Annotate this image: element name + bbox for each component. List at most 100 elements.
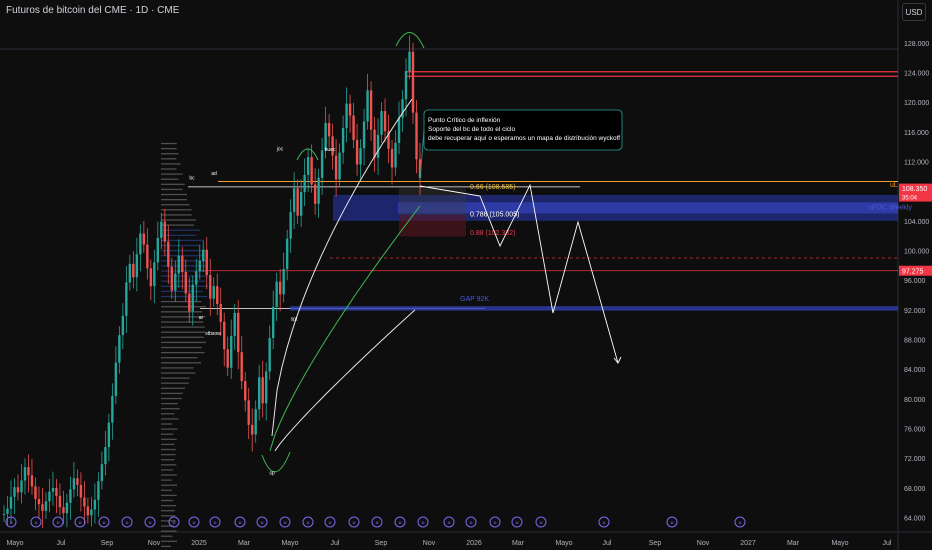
candle-body — [156, 237, 160, 263]
candle-body — [411, 51, 415, 113]
y-tick-label: 112.000 — [904, 160, 929, 167]
candle-body — [79, 484, 83, 498]
event-marker-glyph: » — [328, 521, 332, 527]
y-tick-label: 92.000 — [904, 308, 926, 315]
event-marker-glyph: » — [306, 521, 310, 527]
candle-body — [355, 140, 359, 165]
x-tick-label: Jul — [603, 540, 612, 547]
candle-body — [97, 481, 100, 500]
chart-canvas[interactable]: 0.66 (108.585) 0.786 (105.005) 0.88 (102.3… — [0, 0, 932, 550]
candle-body — [261, 377, 264, 404]
candle-body — [369, 90, 373, 130]
candle-body — [345, 103, 348, 129]
candle-body — [380, 111, 383, 135]
candle-body — [118, 335, 121, 363]
volume-profile-bar — [161, 234, 197, 236]
annotation-line: debe recuperar aquí o esperamos un mapa … — [428, 135, 620, 142]
y-tick-label: 72.000 — [904, 456, 926, 463]
candle-body — [107, 422, 111, 448]
event-marker-glyph: » — [421, 521, 425, 527]
candle-body — [205, 249, 208, 276]
volume-profile-bar — [161, 402, 179, 405]
gap-92k-zone — [290, 306, 898, 311]
event-marker-glyph: » — [213, 521, 217, 527]
y-tick-label: 116.000 — [904, 130, 929, 137]
volume-profile-bar — [161, 351, 205, 354]
volume-profile-bar — [161, 382, 189, 384]
event-marker-glyph: » — [738, 521, 742, 527]
volume-profile-bar — [161, 387, 186, 389]
candle-body — [306, 157, 310, 175]
x-tick-label: Mayo — [6, 540, 23, 547]
x-tick-label: Sep — [649, 540, 662, 547]
level-label: 0.786 (105.005) — [470, 211, 519, 218]
candle-body — [90, 509, 93, 516]
candle-body — [299, 191, 303, 216]
volume-profile-bar — [161, 219, 197, 221]
candle-body — [237, 312, 240, 353]
y-tick-label: 88.000 — [904, 338, 926, 345]
candle-body — [48, 491, 51, 502]
chart-root[interactable]: Futuros de bitcoin del CME · 1D · CME US… — [0, 0, 932, 550]
candle-body — [6, 508, 9, 514]
candle-body — [104, 447, 107, 465]
candle-body — [341, 128, 345, 153]
volume-profile-bar — [161, 504, 177, 507]
volume-profile-bar — [161, 392, 183, 395]
candle-body — [282, 269, 285, 295]
candle-body — [153, 262, 156, 287]
volume-profile-bar — [161, 346, 202, 349]
candle-body — [310, 157, 313, 185]
volume-profile-bar — [161, 188, 183, 191]
y-tick-label: 64.000 — [904, 516, 926, 523]
event-marker-glyph: » — [125, 521, 129, 527]
y-tick-label: 120.000 — [904, 100, 929, 107]
candle-body — [188, 293, 191, 312]
x-tick-label: Nov — [148, 540, 161, 547]
candle-body — [394, 142, 397, 168]
candle-body — [383, 111, 387, 132]
candle-body — [23, 467, 27, 481]
event-marker-glyph: » — [469, 521, 473, 527]
x-tick-label: Mayo — [831, 540, 848, 547]
wyckoff-label: joc — [276, 146, 284, 152]
event-marker-glyph: » — [260, 521, 264, 527]
candle-body — [251, 424, 254, 435]
volume-profile-bar — [161, 515, 176, 517]
x-tick-label: Mayo — [281, 540, 298, 547]
volume-profile-bar — [161, 545, 172, 548]
volume-profile-bar — [161, 209, 192, 211]
candle-body — [191, 284, 194, 312]
volume-profile-bar — [161, 168, 177, 170]
candle-body — [41, 504, 44, 511]
candle-body — [72, 478, 76, 490]
candle-body — [93, 499, 97, 510]
candle-body — [352, 115, 355, 141]
candle-body — [16, 487, 20, 493]
candle-body — [27, 467, 30, 476]
volume-profile-bar — [161, 280, 206, 282]
volume-profile-bar — [161, 510, 175, 512]
volume-profile-bar — [161, 153, 179, 155]
volume-profile-bar — [161, 311, 203, 313]
volume-profile-bar — [161, 158, 177, 160]
candle-body — [65, 502, 69, 514]
candle-body — [184, 272, 187, 294]
candle-body — [202, 249, 205, 261]
y-tick-label: 96.000 — [904, 278, 926, 285]
candle-body — [30, 475, 34, 487]
candle-body — [373, 129, 376, 158]
candle-body — [230, 335, 233, 368]
volume-profile-bar — [161, 367, 194, 369]
candle-body — [254, 409, 257, 435]
candle-body — [20, 480, 23, 493]
volume-profile-bar — [161, 413, 175, 415]
candle-body — [366, 90, 369, 122]
volume-profile-bar — [161, 300, 202, 303]
volume-profile-bar — [161, 178, 179, 180]
candle-body — [275, 281, 278, 307]
volume-profile-bar — [161, 326, 205, 328]
volume-profile-bar — [161, 306, 207, 308]
candle-body — [285, 238, 289, 270]
level-label: GAP 92K — [460, 296, 489, 303]
